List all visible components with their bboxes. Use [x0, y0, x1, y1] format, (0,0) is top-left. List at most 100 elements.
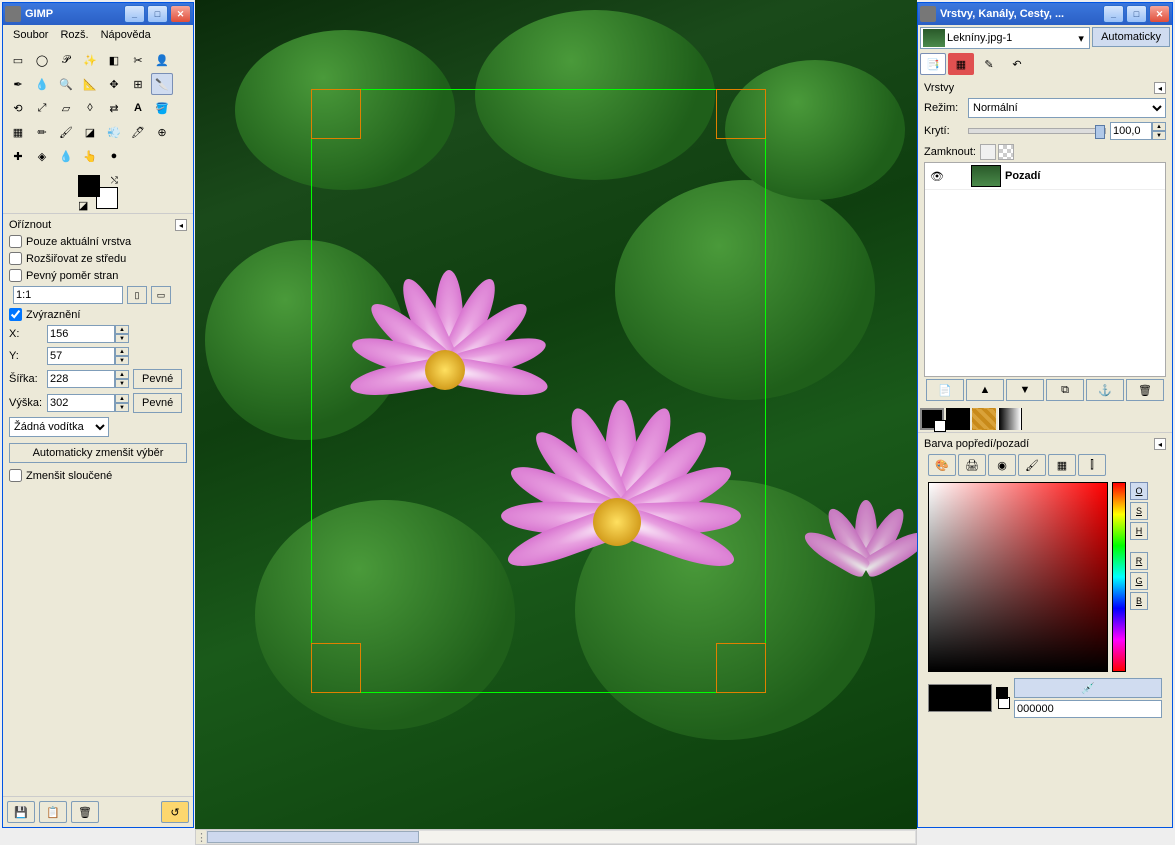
w-spin-down[interactable]: ▼ — [115, 379, 129, 388]
crop-handle-bl[interactable] — [311, 643, 361, 693]
hex-input[interactable] — [1014, 700, 1162, 718]
channels-tab[interactable]: ▦ — [948, 53, 974, 75]
clone-tool[interactable]: ⊕ — [151, 121, 173, 143]
opacity-input[interactable] — [1110, 122, 1152, 140]
wheel-picker-button[interactable]: ◉ — [988, 454, 1016, 476]
blend-tool[interactable]: ▦ — [7, 121, 29, 143]
mode-o-button[interactable]: O — [1130, 482, 1148, 500]
h-spin-up[interactable]: ▲ — [115, 394, 129, 403]
x-input[interactable] — [47, 325, 115, 343]
y-spin-up[interactable]: ▲ — [115, 347, 129, 356]
opacity-spin-down[interactable]: ▼ — [1152, 131, 1166, 140]
crop-handle-br[interactable] — [716, 643, 766, 693]
perspective-clone-tool[interactable]: ◈ — [31, 145, 53, 167]
free-select-tool[interactable]: 𝒫 — [55, 49, 77, 71]
height-input[interactable] — [47, 394, 115, 412]
ellipse-select-tool[interactable]: ◯ — [31, 49, 53, 71]
lock-alpha-checkbox[interactable] — [998, 144, 1014, 160]
gradients-tab[interactable] — [998, 408, 1022, 430]
close-button[interactable]: ✕ — [170, 5, 191, 23]
gimp-picker-button[interactable]: 🎨 — [928, 454, 956, 476]
heal-tool[interactable]: ✚ — [7, 145, 29, 167]
x-spin-down[interactable]: ▼ — [115, 334, 129, 343]
color-panel-menu-button[interactable]: ◂ — [1154, 438, 1166, 450]
smudge-tool[interactable]: 👆 — [79, 145, 101, 167]
opacity-slider[interactable] — [968, 128, 1106, 134]
mode-g-button[interactable]: G — [1130, 572, 1148, 590]
close-button[interactable]: ✕ — [1149, 5, 1170, 23]
crop-selection[interactable] — [311, 89, 766, 693]
mode-h-button[interactable]: H — [1130, 522, 1148, 540]
delete-layer-button[interactable]: 🗑 — [1126, 379, 1164, 401]
foreground-select-tool[interactable]: 👤 — [151, 49, 173, 71]
mode-s-button[interactable]: S — [1130, 502, 1148, 520]
y-spin-down[interactable]: ▼ — [115, 356, 129, 365]
airbrush-tool[interactable]: 💨 — [103, 121, 125, 143]
palette-picker-button[interactable]: ▦ — [1048, 454, 1076, 476]
by-color-select-tool[interactable]: ◧ — [103, 49, 125, 71]
fgbg-tab[interactable] — [920, 408, 944, 430]
highlight-checkbox[interactable] — [9, 308, 22, 321]
eraser-tool[interactable]: ◪ — [79, 121, 101, 143]
layers-menu-button[interactable]: ◂ — [1154, 82, 1166, 94]
reset-options-button[interactable]: ↺ — [161, 801, 189, 823]
dock-titlebar[interactable]: Vrstvy, Kanály, Cesty, ... _ □ ✕ — [918, 3, 1172, 25]
shrink-merged-checkbox[interactable] — [9, 469, 22, 482]
minimize-button[interactable]: _ — [124, 5, 145, 23]
patterns-tab[interactable] — [972, 408, 996, 430]
rotate-tool[interactable]: ⟲ — [7, 97, 29, 119]
maximize-button[interactable]: □ — [147, 5, 168, 23]
perspective-tool[interactable]: ◊ — [79, 97, 101, 119]
paths-tab[interactable]: ✎ — [976, 53, 1002, 75]
flip-tool[interactable]: ⇄ — [103, 97, 125, 119]
mode-b-button[interactable]: B — [1130, 592, 1148, 610]
expand-center-checkbox[interactable] — [9, 252, 22, 265]
dodge-burn-tool[interactable]: ● — [103, 145, 125, 167]
width-input[interactable] — [47, 370, 115, 388]
delete-options-button[interactable]: 🗑 — [71, 801, 99, 823]
crop-handle-tr[interactable] — [716, 89, 766, 139]
align-tool[interactable]: ⊞ — [127, 73, 149, 95]
save-options-button[interactable]: 💾 — [7, 801, 35, 823]
maximize-button[interactable]: □ — [1126, 5, 1147, 23]
menu-help[interactable]: Nápověda — [95, 27, 157, 43]
rect-select-tool[interactable]: ▭ — [7, 49, 29, 71]
crop-handle-tl[interactable] — [311, 89, 361, 139]
image-dropdown-button[interactable]: ▾ — [1073, 32, 1089, 45]
mode-select[interactable]: Normální — [968, 98, 1166, 118]
current-layer-checkbox[interactable] — [9, 235, 22, 248]
layer-row[interactable]: 👁 Pozadí — [925, 163, 1165, 190]
h-spin-down[interactable]: ▼ — [115, 403, 129, 412]
anchor-layer-button[interactable]: ⚓ — [1086, 379, 1124, 401]
opacity-spin-up[interactable]: ▲ — [1152, 122, 1166, 131]
paths-tool[interactable]: ✒ — [7, 73, 29, 95]
scales-picker-button[interactable]: ⫿ — [1078, 454, 1106, 476]
eyedropper-button[interactable]: 💉 — [1014, 678, 1162, 698]
bucket-fill-tool[interactable]: 🪣 — [151, 97, 173, 119]
toolbox-titlebar[interactable]: GIMP _ □ ✕ — [3, 3, 193, 25]
y-input[interactable] — [47, 347, 115, 365]
mode-r-button[interactable]: R — [1130, 552, 1148, 570]
printer-picker-button[interactable]: 🖨 — [958, 454, 986, 476]
tool-options-menu-button[interactable]: ◂ — [175, 219, 187, 231]
brushes-tab[interactable] — [946, 408, 970, 430]
undo-tab[interactable]: ↶ — [1004, 53, 1030, 75]
blur-tool[interactable]: 💧 — [55, 145, 77, 167]
scale-tool[interactable]: ⤢ — [31, 97, 53, 119]
sv-color-area[interactable] — [928, 482, 1108, 672]
lock-pixels-checkbox[interactable] — [980, 144, 996, 160]
image-canvas[interactable] — [195, 0, 917, 845]
landscape-button[interactable]: ▭ — [151, 286, 171, 304]
zoom-tool[interactable]: 🔍 — [55, 73, 77, 95]
w-spin-up[interactable]: ▲ — [115, 370, 129, 379]
layers-tab[interactable]: 📑 — [920, 53, 946, 75]
move-tool[interactable]: ✥ — [103, 73, 125, 95]
measure-tool[interactable]: 📐 — [79, 73, 101, 95]
hue-slider[interactable] — [1112, 482, 1126, 672]
portrait-button[interactable]: ▯ — [127, 286, 147, 304]
paintbrush-tool[interactable]: 🖌 — [55, 121, 77, 143]
menu-file[interactable]: Soubor — [7, 27, 54, 43]
reset-colors-icon[interactable]: ◪ — [78, 199, 88, 209]
duplicate-layer-button[interactable]: ⧉ — [1046, 379, 1084, 401]
text-tool[interactable]: A — [127, 97, 149, 119]
